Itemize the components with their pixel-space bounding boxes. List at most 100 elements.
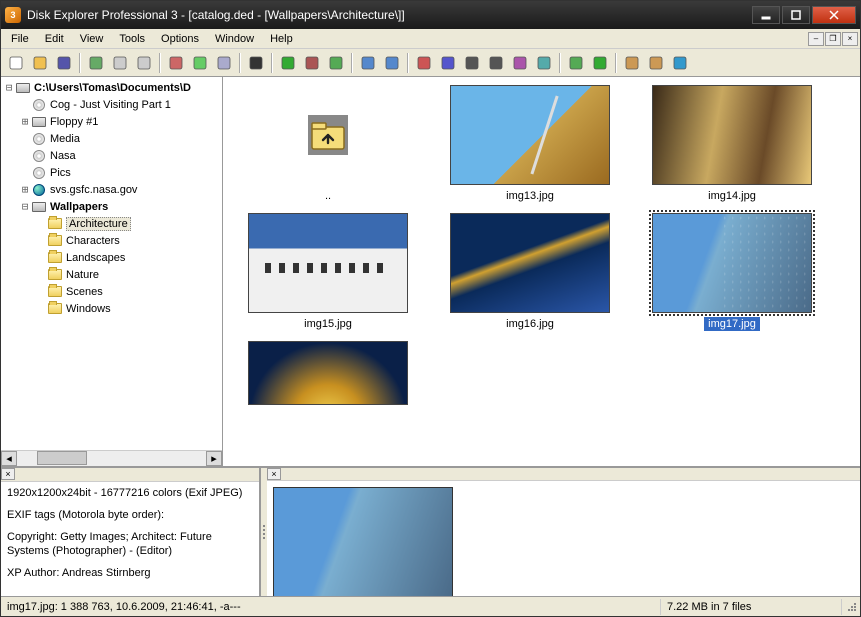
toolbar-export1-button[interactable] — [165, 52, 187, 74]
toolbar-doc2-button[interactable] — [133, 52, 155, 74]
tree-item-characters[interactable]: Characters — [3, 232, 220, 249]
info-author: XP Author: Andreas Stirnberg — [7, 566, 253, 580]
thumbnail-label: img16.jpg — [502, 317, 558, 331]
expand-icon[interactable]: ⊞ — [19, 183, 31, 196]
drive-icon — [31, 115, 47, 129]
cd-icon — [31, 149, 47, 163]
collapse-icon[interactable]: ⊟ — [19, 200, 31, 213]
toolbar-doc1-button[interactable] — [109, 52, 131, 74]
tree-item-nasa[interactable]: Nasa — [3, 147, 220, 164]
minimize-button[interactable] — [752, 6, 780, 24]
toolbar-cut-button[interactable] — [301, 52, 323, 74]
info-copyright: Copyright: Getty Images; Architect: Futu… — [7, 530, 253, 558]
thumbnail-img16-jpg[interactable]: img16.jpg — [449, 213, 611, 331]
toolbar-prop-button[interactable] — [621, 52, 643, 74]
toolbar-sort-za-button[interactable] — [485, 52, 507, 74]
tree-item-label: Pics — [50, 167, 71, 179]
toolbar-tree-button[interactable] — [565, 52, 587, 74]
tree-item-pics[interactable]: Pics — [3, 164, 220, 181]
tree-item-label: Architecture — [66, 217, 131, 231]
folder-icon — [47, 217, 63, 231]
tree-item-nature[interactable]: Nature — [3, 266, 220, 283]
menu-options[interactable]: Options — [153, 31, 207, 47]
tree-item-floppy-1[interactable]: ⊞ Floppy #1 — [3, 113, 220, 130]
toolbar-date-button[interactable] — [509, 52, 531, 74]
toolbar-check-button[interactable] — [277, 52, 299, 74]
thumbnail-img15-jpg[interactable]: img15.jpg — [247, 213, 409, 331]
toolbar-help1-button[interactable] — [645, 52, 667, 74]
mdi-restore-button[interactable]: ❐ — [825, 32, 841, 46]
cd-icon — [31, 98, 47, 112]
maximize-button[interactable] — [782, 6, 810, 24]
toolbar-find-button[interactable] — [245, 52, 267, 74]
tree-item-architecture[interactable]: Architecture — [3, 215, 220, 232]
tree-item-label: Windows — [66, 303, 111, 315]
toolbar-sort1-button[interactable] — [413, 52, 435, 74]
cd-icon — [31, 132, 47, 146]
info-panel-body: 1920x1200x24bit - 16777216 colors (Exif … — [1, 482, 259, 596]
preview-panel: × — [267, 468, 860, 596]
parent-folder-item[interactable]: .. — [247, 85, 409, 203]
toolbar-open-button[interactable] — [29, 52, 51, 74]
thumbnail-img17-jpg[interactable]: img17.jpg — [651, 213, 813, 331]
tree-item-c-users-tomas-documents-d[interactable]: ⊟C:\Users\Tomas\Documents\D — [3, 79, 220, 96]
status-folder-summary: 7.22 MB in 7 files — [661, 599, 842, 615]
scroll-left-arrow[interactable]: ◂ — [1, 451, 17, 466]
thumbnail-image — [450, 85, 610, 185]
toolbar-separator — [407, 53, 409, 73]
menu-tools[interactable]: Tools — [111, 31, 153, 47]
menu-file[interactable]: File — [3, 31, 37, 47]
expand-icon[interactable]: ⊞ — [19, 115, 31, 128]
toolbar-size-button[interactable] — [533, 52, 555, 74]
toolbar-new-button[interactable] — [5, 52, 27, 74]
collapse-icon[interactable]: ⊟ — [3, 81, 15, 94]
scroll-right-arrow[interactable]: ▸ — [206, 451, 222, 466]
thumbnail-img18-jpg[interactable] — [247, 341, 409, 405]
toolbar-view-list-button[interactable] — [381, 52, 403, 74]
toolbar-save-button[interactable] — [53, 52, 75, 74]
toolbar-refresh-button[interactable] — [589, 52, 611, 74]
thumbnail-image — [652, 85, 812, 185]
preview-panel-close-button[interactable]: × — [267, 468, 281, 480]
tree-item-media[interactable]: Media — [3, 130, 220, 147]
drive-icon — [15, 81, 31, 95]
globe-icon — [31, 183, 47, 197]
toolbar-copy-button[interactable] — [325, 52, 347, 74]
toolbar-sort-az-button[interactable] — [461, 52, 483, 74]
tree-item-wallpapers[interactable]: ⊟Wallpapers — [3, 198, 220, 215]
thumbnail-img14-jpg[interactable]: img14.jpg — [651, 85, 813, 203]
toolbar-separator — [615, 53, 617, 73]
toolbar-export2-button[interactable] — [189, 52, 211, 74]
scroll-thumb[interactable] — [37, 451, 87, 465]
menu-window[interactable]: Window — [207, 31, 262, 47]
thumbnail-img13-jpg[interactable]: img13.jpg — [449, 85, 611, 203]
folder-tree[interactable]: ⊟C:\Users\Tomas\Documents\DCog - Just Vi… — [1, 77, 222, 450]
tree-item-label: Floppy #1 — [50, 116, 98, 128]
toolbar-scan-button[interactable] — [213, 52, 235, 74]
cd-icon — [31, 166, 47, 180]
menu-bar: FileEditViewToolsOptionsWindowHelp – ❐ × — [1, 29, 860, 49]
toolbar-sort2-button[interactable] — [437, 52, 459, 74]
tree-item-cog-just-visiting-part-1[interactable]: Cog - Just Visiting Part 1 — [3, 96, 220, 113]
close-button[interactable] — [812, 6, 856, 24]
toolbar-separator — [559, 53, 561, 73]
thumbnail-label: img14.jpg — [704, 189, 760, 203]
toolbar-view-thumb-button[interactable] — [357, 52, 379, 74]
menu-help[interactable]: Help — [262, 31, 301, 47]
folder-icon — [47, 268, 63, 282]
tree-item-svs-gsfc-nasa-gov[interactable]: ⊞svs.gsfc.nasa.gov — [3, 181, 220, 198]
menu-view[interactable]: View — [72, 31, 112, 47]
menu-edit[interactable]: Edit — [37, 31, 72, 47]
mdi-close-button[interactable]: × — [842, 32, 858, 46]
tree-item-windows[interactable]: Windows — [3, 300, 220, 317]
tree-item-landscapes[interactable]: Landscapes — [3, 249, 220, 266]
toolbar-help2-button[interactable] — [669, 52, 691, 74]
tree-horizontal-scrollbar[interactable]: ◂ ▸ — [1, 450, 222, 466]
tree-item-scenes[interactable]: Scenes — [3, 283, 220, 300]
info-panel-close-button[interactable]: × — [1, 468, 15, 480]
status-bar: img17.jpg: 1 388 763, 10.6.2009, 21:46:4… — [1, 596, 860, 616]
toolbar-wizard-button[interactable] — [85, 52, 107, 74]
resize-grip-icon[interactable] — [842, 599, 860, 615]
thumbnail-view[interactable]: .. img13.jpg img14.jpg img15.jpg img16.jpg im… — [223, 77, 860, 466]
mdi-minimize-button[interactable]: – — [808, 32, 824, 46]
